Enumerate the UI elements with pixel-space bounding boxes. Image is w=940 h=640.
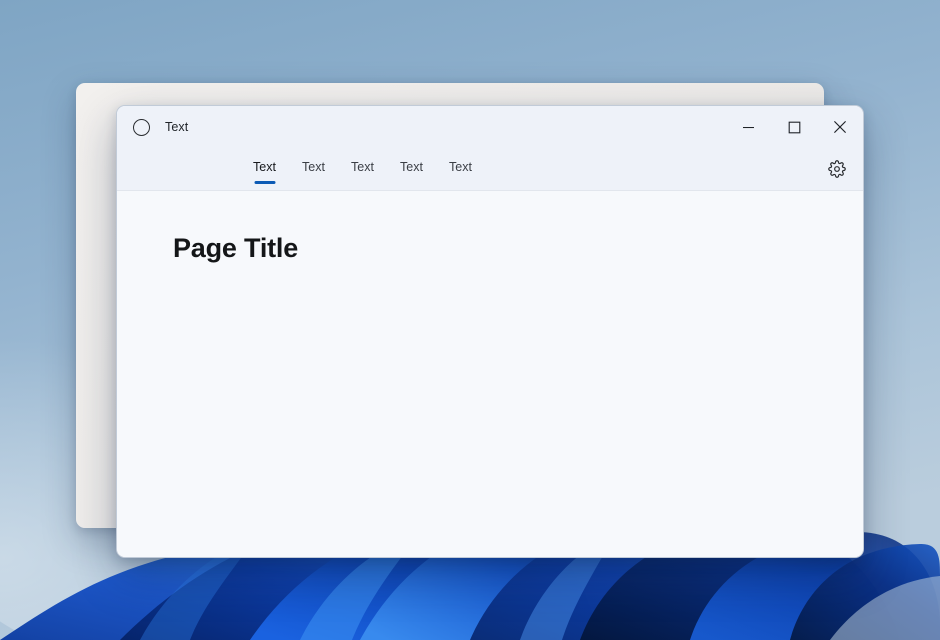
page-title: Page Title	[173, 233, 863, 264]
close-button[interactable]	[817, 106, 863, 148]
window-title: Text	[165, 120, 188, 134]
tab-item-3[interactable]: Text	[399, 148, 424, 190]
settings-button[interactable]	[821, 153, 853, 185]
tab-label: Text	[449, 160, 472, 174]
content-area: Page Title	[117, 191, 863, 557]
tab-item-0[interactable]: Text	[252, 148, 277, 190]
tab-item-2[interactable]: Text	[350, 148, 375, 190]
minimize-icon	[742, 121, 755, 134]
tab-label: Text	[351, 160, 374, 174]
tab-label: Text	[253, 160, 276, 174]
tab-bar: Text Text Text Text Text	[117, 148, 863, 191]
tab-item-4[interactable]: Text	[448, 148, 473, 190]
maximize-icon	[788, 121, 801, 134]
maximize-button[interactable]	[771, 106, 817, 148]
window-controls	[725, 106, 863, 148]
close-icon	[833, 120, 847, 134]
tab-label: Text	[400, 160, 423, 174]
minimize-button[interactable]	[725, 106, 771, 148]
application-window: Text Text Te	[116, 105, 864, 558]
gear-icon	[828, 160, 846, 178]
window-titlebar[interactable]: Text	[117, 106, 863, 148]
circle-icon	[133, 119, 150, 136]
tab-item-1[interactable]: Text	[301, 148, 326, 190]
tab-label: Text	[302, 160, 325, 174]
